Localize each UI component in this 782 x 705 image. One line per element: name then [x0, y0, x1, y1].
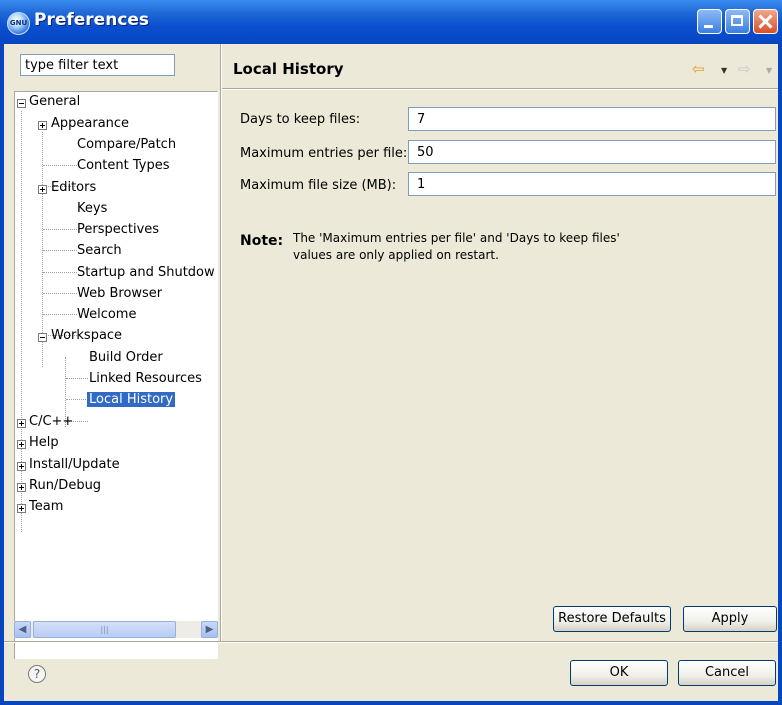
tree-item-search[interactable]: Search	[77, 241, 122, 260]
scrollbar-thumb[interactable]: |||	[33, 621, 176, 638]
forward-arrow-icon[interactable]: ⇨	[738, 60, 751, 78]
window-title: Preferences	[34, 10, 150, 30]
collapse-icon[interactable]	[17, 99, 26, 108]
tree-item-welcome[interactable]: Welcome	[77, 305, 136, 324]
window-frame-right	[778, 44, 782, 705]
scroll-left-icon[interactable]: ◀	[14, 621, 31, 638]
tree-item-editors[interactable]: Editors	[51, 178, 96, 197]
note-line-1: The 'Maximum entries per file' and 'Days…	[293, 231, 620, 245]
window-frame-bottom	[0, 701, 782, 705]
expand-icon[interactable]	[17, 504, 26, 513]
tree-item-web-browser[interactable]: Web Browser	[77, 284, 162, 303]
tree-item-general[interactable]: General	[29, 92, 80, 111]
max-file-size-input[interactable]	[408, 172, 776, 196]
tree-item-help[interactable]: Help	[29, 433, 59, 452]
tree-item-build-order[interactable]: Build Order	[89, 348, 163, 367]
tree-item-content-types[interactable]: Content Types	[77, 156, 169, 175]
horizontal-scrollbar[interactable]: ◀ ||| ▶	[14, 621, 218, 638]
tree-item-compare-patch[interactable]: Compare/Patch	[77, 135, 176, 154]
tree-item-startup-shutdown[interactable]: Startup and Shutdow	[77, 263, 215, 282]
preferences-window: GNU Preferences General App	[0, 0, 782, 705]
tree-item-run-debug[interactable]: Run/Debug	[29, 476, 101, 495]
tree-item-perspectives[interactable]: Perspectives	[77, 220, 159, 239]
filter-input[interactable]	[20, 54, 175, 76]
title-bar[interactable]: GNU Preferences	[0, 0, 782, 44]
note-label: Note:	[240, 233, 284, 249]
expand-icon[interactable]	[17, 419, 26, 428]
maximize-button[interactable]	[725, 9, 750, 34]
bottom-separator	[0, 641, 782, 643]
page-title: Local History	[233, 60, 344, 78]
preference-navigator: General Appearance Compare/Patch Content…	[14, 44, 218, 659]
expand-icon[interactable]	[17, 462, 26, 471]
apply-button[interactable]: Apply	[683, 606, 777, 632]
max-entries-input[interactable]	[408, 140, 776, 164]
expand-icon[interactable]	[38, 185, 47, 194]
expand-icon[interactable]	[17, 483, 26, 492]
back-arrow-icon[interactable]: ⇦	[692, 60, 705, 78]
max-file-size-label: Maximum file size (MB):	[240, 178, 397, 193]
help-icon[interactable]: ?	[28, 665, 46, 683]
expand-icon[interactable]	[17, 440, 26, 449]
collapse-icon[interactable]	[38, 333, 47, 342]
eclipse-icon: GNU	[7, 12, 30, 35]
window-frame-left	[0, 44, 4, 705]
expand-icon[interactable]	[38, 121, 47, 130]
tree-item-local-history[interactable]: Local History	[85, 390, 177, 409]
tree-item-appearance[interactable]: Appearance	[51, 114, 129, 133]
pane-divider[interactable]	[220, 44, 222, 641]
note-text: The 'Maximum entries per file' and 'Days…	[293, 230, 693, 264]
tree-item-linked-resources[interactable]: Linked Resources	[89, 369, 202, 388]
ok-button[interactable]: OK	[570, 660, 668, 686]
minimize-button[interactable]	[697, 9, 722, 34]
tree-item-team[interactable]: Team	[29, 497, 63, 516]
days-to-keep-label: Days to keep files:	[240, 112, 361, 127]
back-dropdown-icon[interactable]: ▼	[721, 66, 727, 75]
title-separator	[222, 88, 782, 90]
preference-tree[interactable]: General Appearance Compare/Patch Content…	[14, 91, 218, 659]
max-entries-label: Maximum entries per file:	[240, 146, 408, 161]
note-line-2: values are only applied on restart.	[293, 248, 499, 262]
close-button[interactable]	[753, 9, 778, 34]
tree-item-keys[interactable]: Keys	[77, 199, 107, 218]
tree-item-install-update[interactable]: Install/Update	[29, 455, 120, 474]
forward-dropdown-icon[interactable]: ▼	[766, 66, 772, 75]
tree-item-workspace[interactable]: Workspace	[51, 326, 122, 345]
restore-defaults-button[interactable]: Restore Defaults	[553, 606, 671, 632]
scroll-right-icon[interactable]: ▶	[201, 621, 218, 638]
days-to-keep-input[interactable]	[408, 107, 776, 131]
cancel-button[interactable]: Cancel	[678, 660, 776, 686]
tree-item-cpp[interactable]: C/C++	[29, 412, 73, 431]
